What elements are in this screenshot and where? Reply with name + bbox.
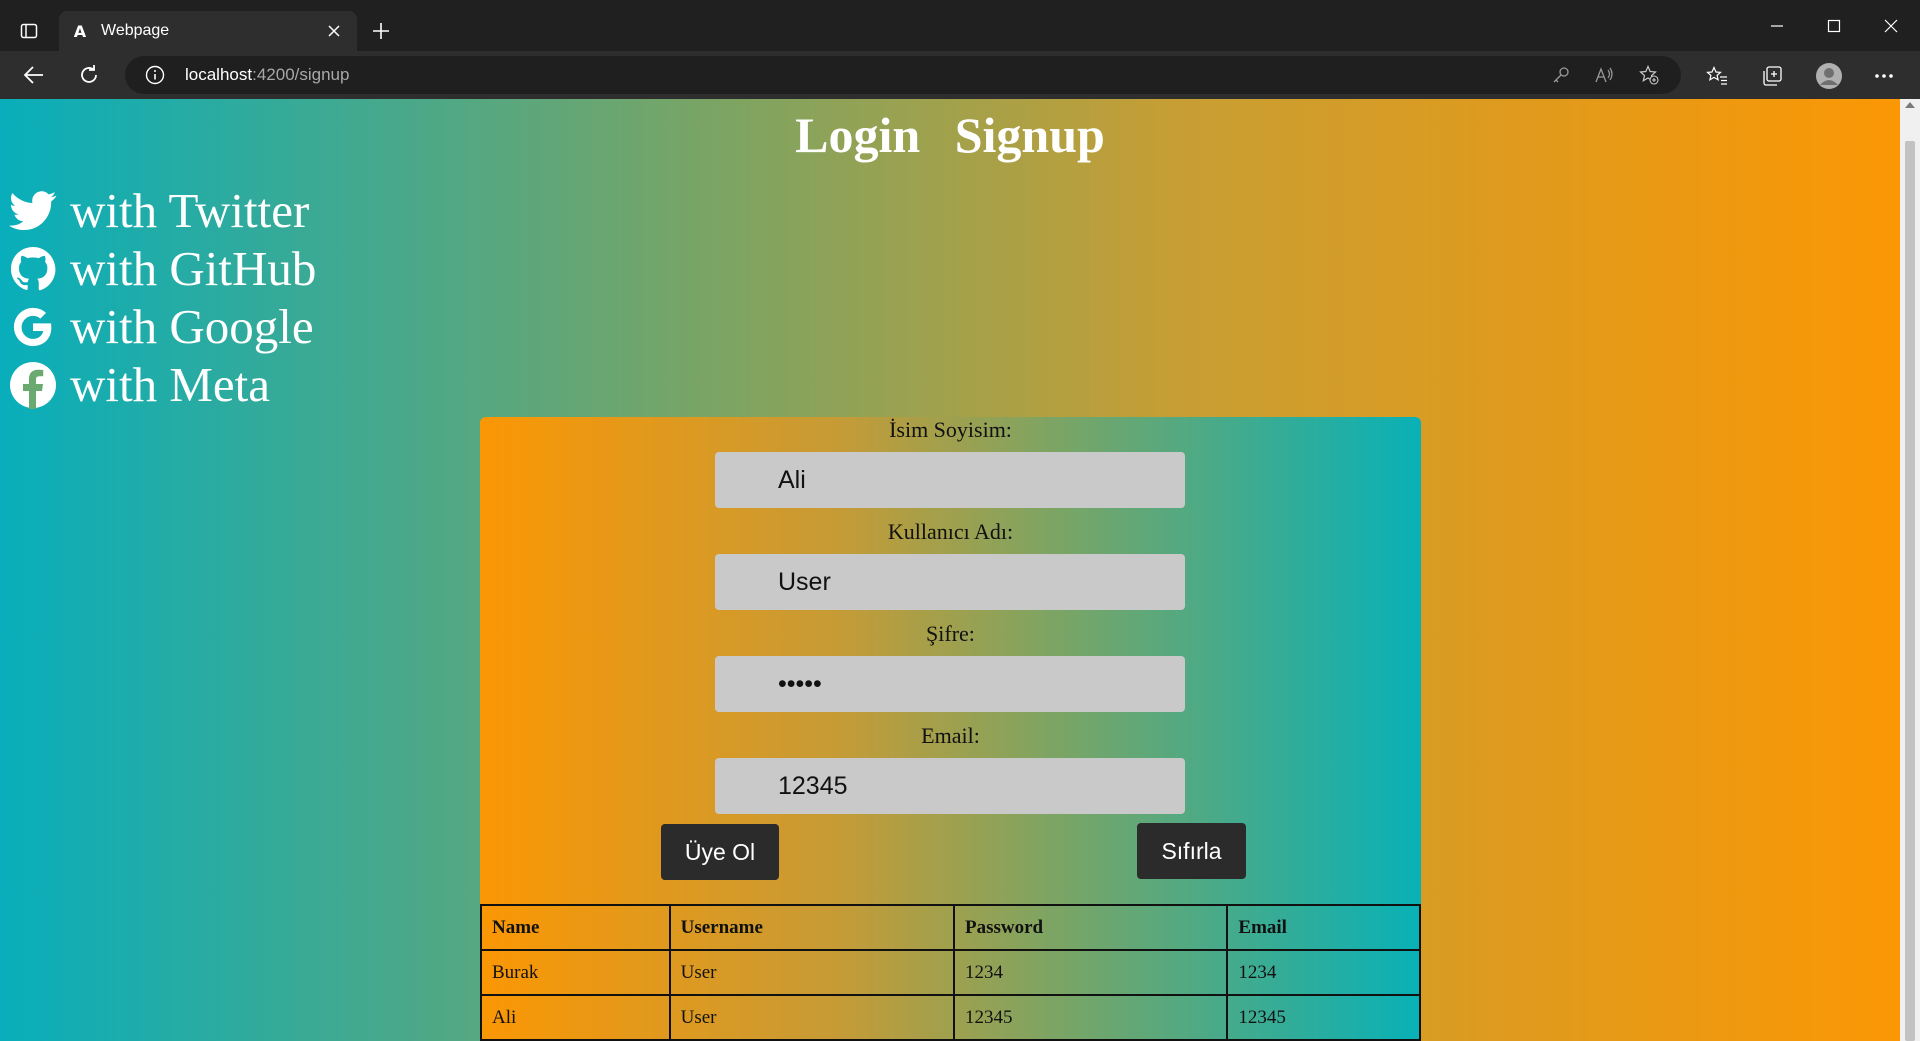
google-login-label: with Google	[70, 299, 314, 354]
top-navigation: Login Signup	[0, 99, 1900, 169]
password-input[interactable]	[715, 656, 1185, 712]
signup-form-panel: İsim Soyisim: Kullanıcı Adı: Şifre: Emai…	[480, 417, 1421, 1041]
twitter-login-label: with Twitter	[70, 183, 310, 238]
twitter-icon	[8, 186, 58, 236]
username-label: Kullanıcı Adı:	[887, 519, 1014, 544]
cell-email: 12345	[1226, 994, 1421, 1041]
site-info-icon[interactable]	[145, 65, 165, 85]
back-arrow-icon[interactable]	[17, 58, 51, 92]
url-host: localhost	[185, 65, 253, 84]
table-row: Ali User 12345 12345	[480, 994, 1421, 1041]
minimize-icon[interactable]	[1755, 8, 1799, 44]
key-icon[interactable]	[1550, 64, 1572, 86]
login-link[interactable]: Login	[795, 103, 920, 167]
table-row: Burak User 1234 1234	[480, 949, 1421, 996]
close-tab-icon[interactable]	[323, 20, 345, 42]
angular-favicon-icon: A	[73, 21, 87, 41]
read-aloud-icon[interactable]	[1594, 64, 1616, 86]
signup-submit-button[interactable]: Üye Ol	[661, 824, 779, 880]
google-icon	[8, 302, 58, 352]
cell-email: 1234	[1226, 949, 1421, 996]
url-text: localhost:4200/signup	[185, 65, 349, 85]
email-label: Email:	[921, 723, 980, 748]
column-header-name: Name	[480, 904, 671, 951]
vertical-scrollbar[interactable]	[1900, 99, 1920, 1041]
facebook-icon	[8, 360, 58, 410]
url-path: :4200/signup	[252, 65, 350, 84]
profile-avatar-icon[interactable]	[1814, 61, 1844, 91]
maximize-icon[interactable]	[1812, 8, 1856, 44]
fullname-input[interactable]	[715, 452, 1185, 508]
more-menu-icon[interactable]	[1871, 63, 1897, 89]
table-header-row: Name Username Password Email	[480, 904, 1421, 951]
browser-tab-bar: A Webpage	[0, 0, 1920, 51]
cell-password: 1234	[952, 949, 1229, 996]
tab-title: Webpage	[101, 22, 170, 39]
cell-name: Ali	[480, 994, 671, 1041]
tab-actions-icon[interactable]	[14, 16, 44, 46]
column-header-username: Username	[668, 904, 955, 951]
meta-login-option[interactable]: with Meta	[8, 356, 316, 414]
refresh-icon[interactable]	[72, 58, 106, 92]
github-login-label: with GitHub	[70, 241, 317, 296]
column-header-email: Email	[1226, 904, 1421, 951]
password-label: Şifre:	[926, 621, 975, 646]
email-input[interactable]	[715, 758, 1185, 814]
twitter-login-option[interactable]: with Twitter	[8, 182, 316, 240]
browser-tab[interactable]: A Webpage	[59, 11, 357, 51]
collections-icon[interactable]	[1759, 63, 1785, 89]
username-input[interactable]	[715, 554, 1185, 610]
close-window-icon[interactable]	[1869, 8, 1913, 44]
users-table: Name Username Password Email Burak User …	[480, 904, 1421, 1041]
cell-name: Burak	[480, 949, 671, 996]
address-bar[interactable]: localhost:4200/signup	[125, 56, 1681, 94]
scroll-up-arrow-icon[interactable]	[1905, 102, 1915, 108]
column-header-password: Password	[952, 904, 1229, 951]
new-tab-plus-icon[interactable]	[366, 16, 396, 46]
github-login-option[interactable]: with GitHub	[8, 240, 316, 298]
google-login-option[interactable]: with Google	[8, 298, 316, 356]
favorites-icon[interactable]	[1704, 63, 1730, 89]
scrollbar-thumb[interactable]	[1905, 141, 1915, 1041]
cell-password: 12345	[952, 994, 1229, 1041]
page-viewport: Login Signup with Twitter with GitHub wi…	[0, 99, 1900, 1041]
meta-login-label: with Meta	[70, 357, 271, 412]
fullname-label: İsim Soyisim:	[889, 417, 1012, 442]
reset-button[interactable]: Sıfırla	[1137, 823, 1246, 879]
cell-username: User	[668, 994, 955, 1041]
browser-toolbar: localhost:4200/signup	[0, 51, 1920, 99]
github-icon	[8, 244, 58, 294]
signup-link[interactable]: Signup	[955, 103, 1105, 167]
cell-username: User	[668, 949, 955, 996]
social-login-list: with Twitter with GitHub with Google wit…	[8, 182, 316, 414]
add-favorite-icon[interactable]	[1638, 64, 1660, 86]
